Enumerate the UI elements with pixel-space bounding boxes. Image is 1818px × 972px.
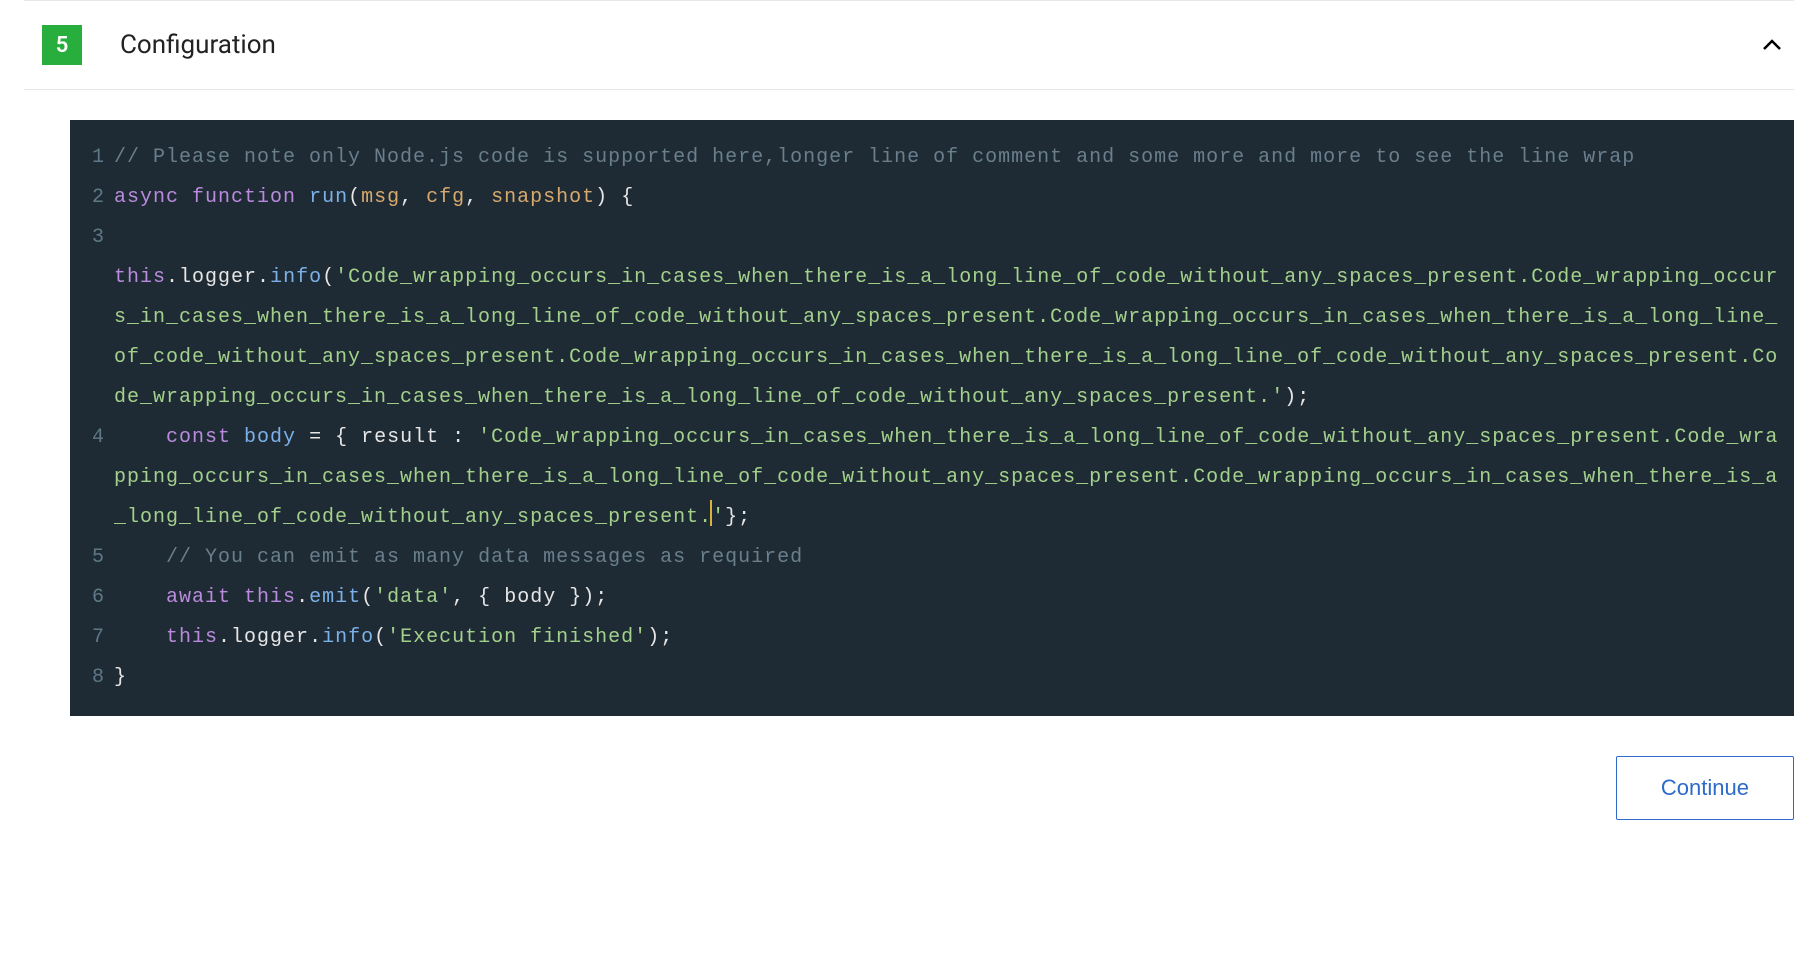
code-token-string: Execution finished — [400, 626, 634, 649]
code-line[interactable]: 1 // Please note only Node.js code is su… — [70, 138, 1794, 178]
code-token-variable: body — [504, 586, 556, 609]
code-token-param: msg — [361, 186, 400, 209]
chevron-up-icon[interactable] — [1760, 33, 1784, 57]
code-token-function-name: run — [309, 186, 348, 209]
code-token-comment: // Please note only Node.js code is supp… — [114, 146, 1635, 169]
line-number: 8 — [70, 658, 114, 698]
step-header[interactable]: 5 Configuration — [24, 0, 1794, 90]
code-line[interactable]: 4 const body = { result : 'Code_wrapping… — [70, 418, 1794, 538]
code-token-property: logger — [179, 266, 257, 289]
line-number: 7 — [70, 618, 114, 658]
code-token-this: this — [244, 586, 296, 609]
code-token-method: info — [322, 626, 374, 649]
line-number: 1 — [70, 138, 114, 178]
code-token-method: emit — [309, 586, 361, 609]
code-line[interactable]: 3 — [70, 218, 1794, 258]
code-token-comment: // You can emit as many data messages as… — [166, 546, 803, 569]
continue-button[interactable]: Continue — [1616, 756, 1794, 820]
code-line[interactable]: 8 } — [70, 658, 1794, 698]
code-line[interactable]: this.logger.info('Code_wrapping_occurs_i… — [70, 258, 1794, 418]
code-editor-wrapper: 1 // Please note only Node.js code is su… — [70, 120, 1794, 820]
line-number: 3 — [70, 218, 114, 258]
code-token-variable: body — [244, 426, 296, 449]
code-token-property: result — [361, 426, 439, 449]
code-token-keyword: await — [166, 586, 231, 609]
code-line[interactable]: 6 await this.emit('data', { body }); — [70, 578, 1794, 618]
footer-actions: Continue — [70, 756, 1794, 820]
line-number: 2 — [70, 178, 114, 218]
code-token-method: info — [270, 266, 322, 289]
code-line[interactable]: 2 async function run(msg, cfg, snapshot)… — [70, 178, 1794, 218]
code-line[interactable]: 5 // You can emit as many data messages … — [70, 538, 1794, 578]
code-token-string: Code_wrapping_occurs_in_cases_when_there… — [114, 266, 1778, 409]
code-token-string: data — [387, 586, 439, 609]
code-token-this: this — [114, 266, 166, 289]
line-number: 4 — [70, 418, 114, 458]
line-number: 5 — [70, 538, 114, 578]
code-token-keyword: async — [114, 186, 179, 209]
code-token-param: snapshot — [491, 186, 595, 209]
line-number: 6 — [70, 578, 114, 618]
code-token-property: logger — [231, 626, 309, 649]
code-token-param: cfg — [426, 186, 465, 209]
step-number-badge: 5 — [42, 25, 82, 65]
code-line[interactable]: 7 this.logger.info('Execution finished')… — [70, 618, 1794, 658]
step-title: Configuration — [120, 30, 276, 60]
code-token-this: this — [166, 626, 218, 649]
code-token-keyword: function — [192, 186, 296, 209]
code-token-keyword: const — [166, 426, 231, 449]
code-token-brace: } — [114, 666, 127, 689]
code-editor[interactable]: 1 // Please note only Node.js code is su… — [70, 120, 1794, 716]
